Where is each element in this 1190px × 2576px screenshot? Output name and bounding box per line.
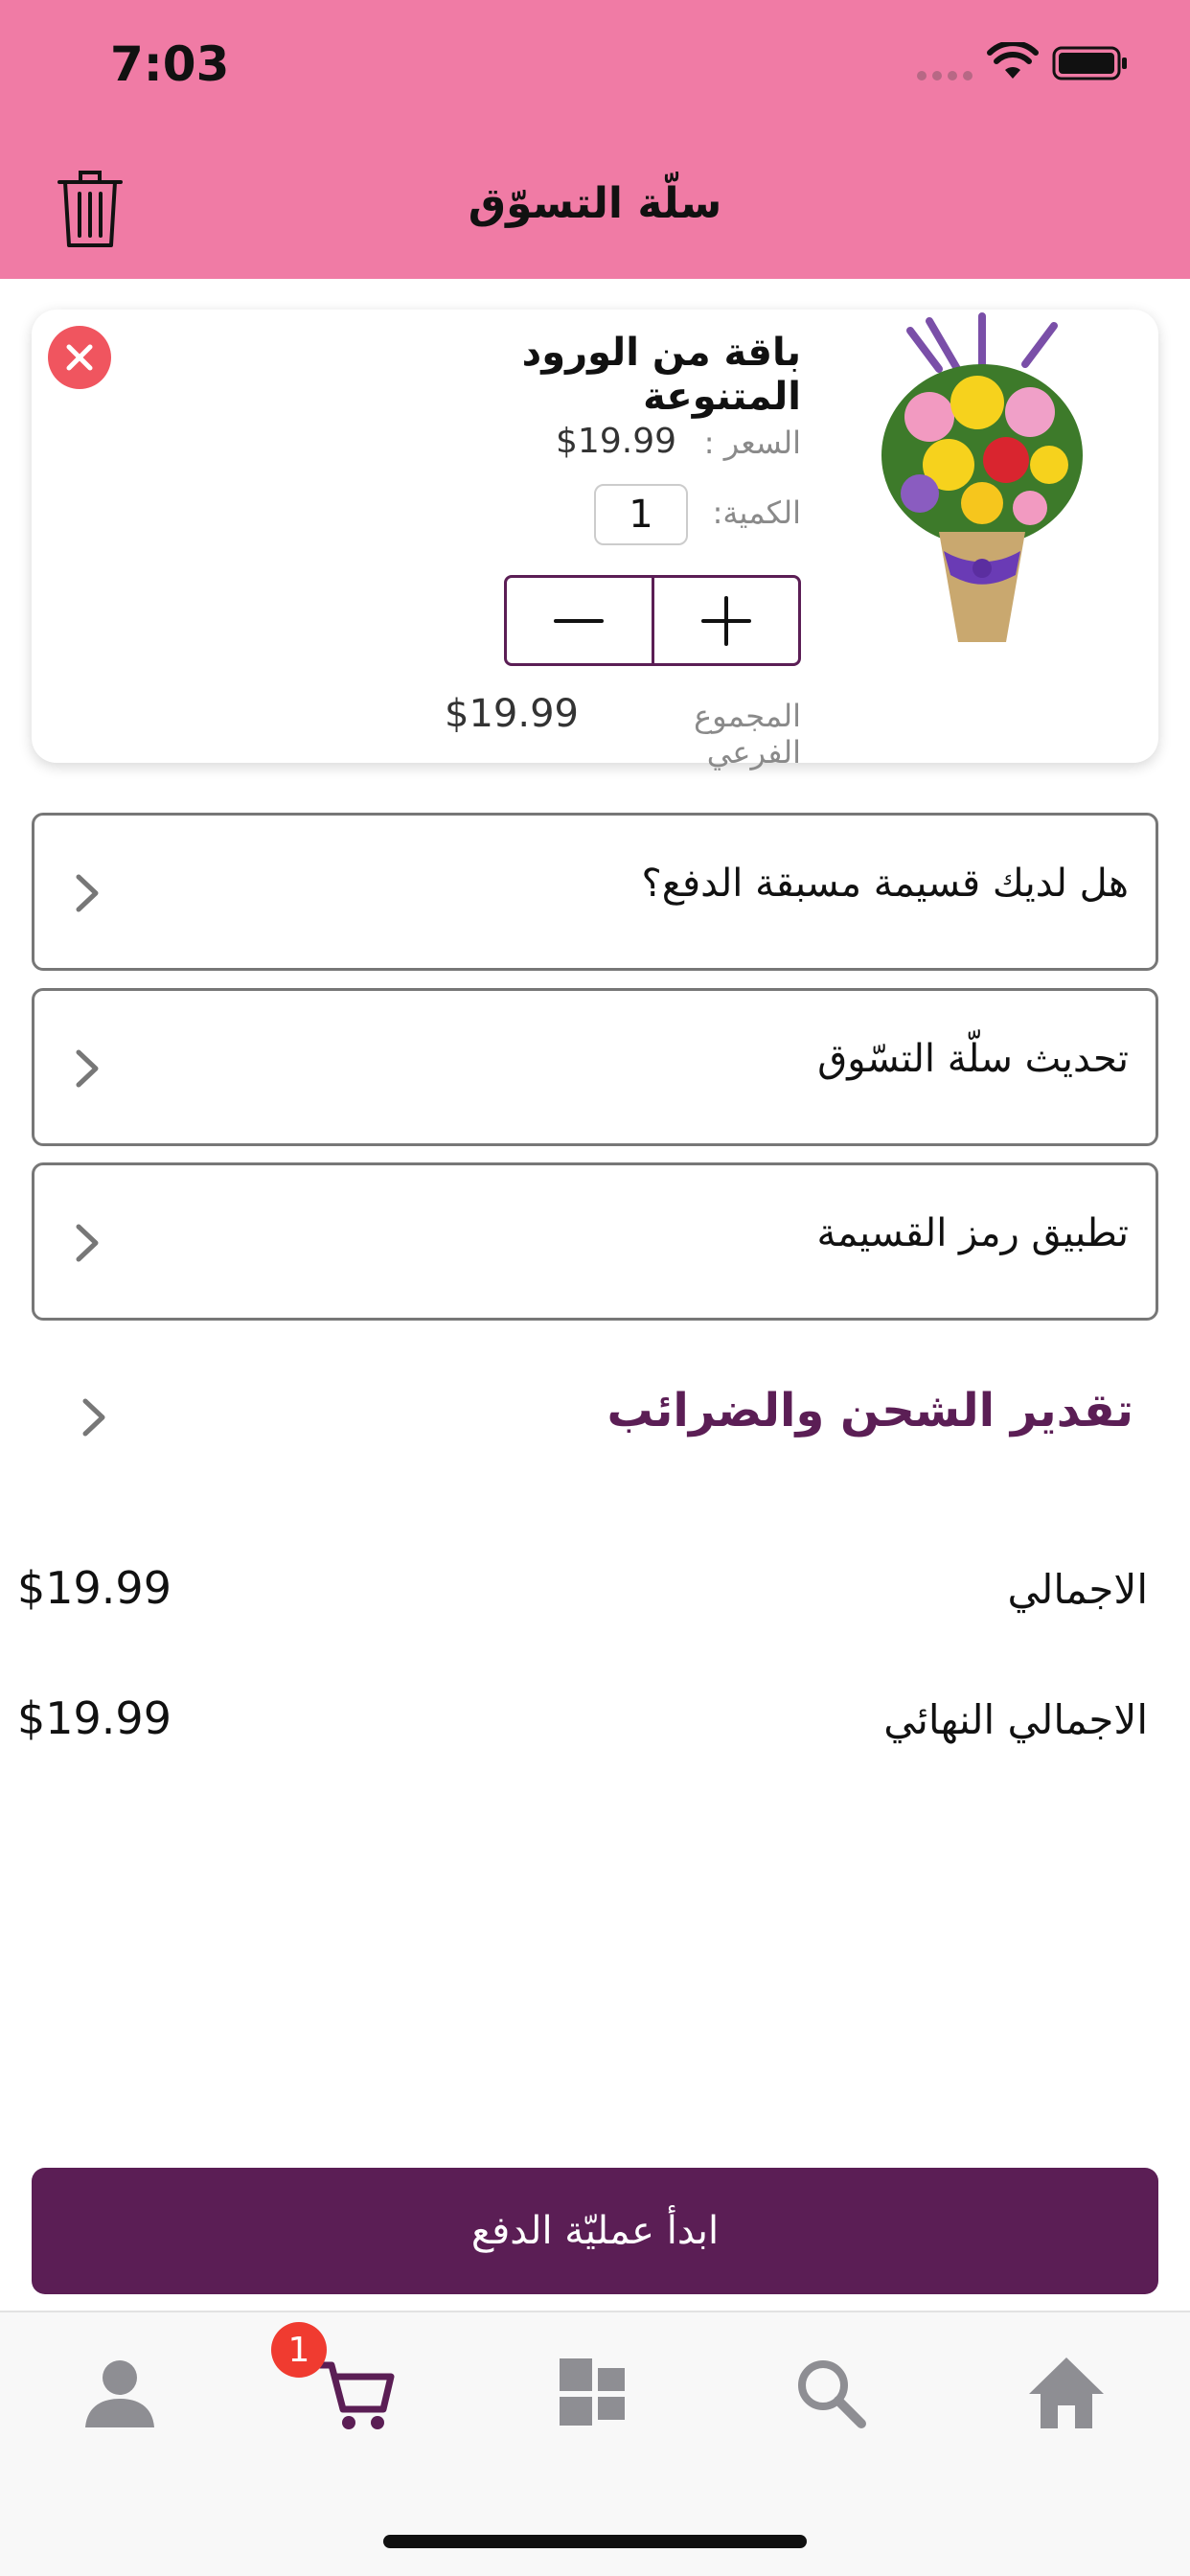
shipping-estimate-row[interactable]: تقدير الشحن والضرائب — [32, 1361, 1158, 1466]
trash-icon[interactable] — [56, 167, 125, 249]
product-name: باقة من الورود المتنوعة — [521, 331, 801, 419]
plus-icon — [700, 595, 751, 646]
cart-icon — [316, 2361, 395, 2429]
product-image — [881, 312, 1083, 642]
chevron-right-icon — [82, 1398, 105, 1437]
battery-icon — [1052, 46, 1127, 80]
chevron-right-icon — [76, 1049, 99, 1088]
minus-icon — [554, 618, 605, 623]
update-cart-label: تحديث سلّة التسّوق — [817, 1037, 1129, 1081]
cellular-signal-icon — [917, 71, 973, 82]
start-checkout-button[interactable]: ابدأ عمليّة الدفع — [32, 2168, 1158, 2294]
cart-badge: 1 — [271, 2322, 327, 2378]
quantity-field[interactable]: 1 — [594, 484, 688, 545]
prepaid-voucher-label: هل لديك قسيمة مسبقة الدفع؟ — [641, 862, 1129, 906]
shipping-estimate-label: تقدير الشحن والضرائب — [606, 1384, 1133, 1438]
subtotal-label: المجموع الفرعي — [694, 698, 801, 770]
chevron-right-icon — [76, 874, 99, 912]
prepaid-voucher-row[interactable]: هل لديك قسيمة مسبقة الدفع؟ — [32, 813, 1158, 971]
page-title: سلّة التسوّق — [468, 179, 722, 228]
decrement-button[interactable] — [507, 578, 652, 663]
tab-categories[interactable] — [551, 2350, 637, 2436]
search-icon — [798, 2360, 866, 2428]
tab-cart[interactable] — [314, 2350, 400, 2436]
tab-account[interactable] — [77, 2350, 163, 2436]
remove-item-button[interactable] — [48, 326, 111, 389]
person-icon — [85, 2360, 154, 2427]
final-total-label: الاجمالي النهائي — [883, 1696, 1148, 1743]
home-indicator — [383, 2535, 807, 2548]
price-label: السعر : — [703, 425, 801, 461]
close-icon — [66, 344, 93, 371]
apply-coupon-label: تطبيق رمز القسيمة — [816, 1211, 1129, 1255]
update-cart-row[interactable]: تحديث سلّة التسّوق — [32, 988, 1158, 1146]
price-value: $19.99 — [556, 422, 676, 461]
status-time: 7:03 — [110, 36, 230, 92]
final-total-value: $19.99 — [17, 1692, 172, 1744]
home-icon — [1029, 2358, 1104, 2428]
total-value: $19.99 — [17, 1562, 172, 1614]
total-label: الاجمالي — [1007, 1566, 1148, 1613]
quantity-stepper — [504, 575, 801, 666]
quantity-label: الكمية: — [712, 494, 801, 531]
increment-button[interactable] — [651, 578, 799, 663]
subtotal-value: $19.99 — [445, 692, 579, 736]
categories-icon — [560, 2358, 625, 2426]
wifi-icon — [987, 42, 1039, 79]
apply-coupon-row[interactable]: تطبيق رمز القسيمة — [32, 1162, 1158, 1321]
tab-home[interactable] — [1023, 2350, 1110, 2436]
chevron-right-icon — [76, 1224, 99, 1262]
tab-search[interactable] — [788, 2350, 874, 2436]
